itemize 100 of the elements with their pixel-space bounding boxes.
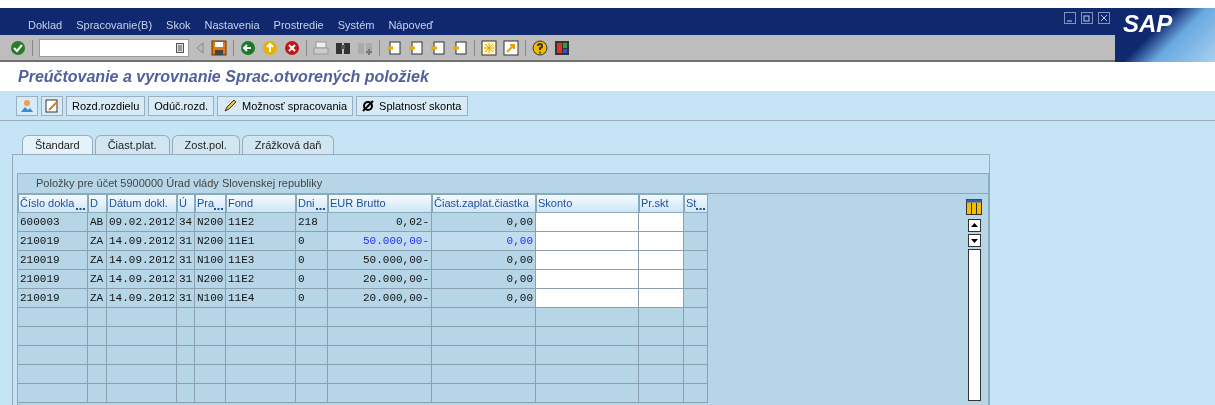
empty-table-cell	[684, 365, 708, 384]
page-navigation-icon[interactable]	[408, 39, 424, 56]
empty-table-cell	[177, 327, 195, 346]
empty-table-cell	[107, 327, 177, 346]
discount-percent-input-field[interactable]	[639, 213, 684, 232]
empty-table-cell	[296, 327, 328, 346]
tab[interactable]: Štandard	[22, 135, 93, 154]
command-field[interactable]	[39, 38, 189, 57]
table-cell: 210019	[18, 232, 88, 251]
empty-table-cell	[226, 308, 296, 327]
menu-item[interactable]: Skok	[166, 18, 191, 31]
list-icon[interactable]	[176, 42, 184, 53]
empty-table-cell	[195, 308, 226, 327]
column-header[interactable]: Pra	[195, 194, 226, 213]
column-header[interactable]: Fond	[226, 194, 296, 213]
empty-table-cell	[296, 346, 328, 365]
column-header[interactable]: Skonto	[536, 194, 639, 213]
menu-item[interactable]: Doklad	[28, 18, 63, 31]
menu-item[interactable]: Prostredie	[273, 18, 324, 31]
toolbar-button[interactable]: Splatnosť skonta	[356, 96, 468, 116]
new-session-icon[interactable]	[481, 39, 497, 56]
restore-icon[interactable]	[1081, 12, 1093, 24]
empty-set-icon	[362, 100, 375, 112]
page-navigation-icon[interactable]	[386, 39, 402, 56]
table-cell: 09.02.2012	[107, 213, 177, 232]
table-cell: 20.000,00-	[328, 270, 432, 289]
discount-input-field[interactable]	[536, 289, 639, 308]
empty-table-cell	[107, 346, 177, 365]
empty-table-cell	[226, 327, 296, 346]
column-header[interactable]: Pr.skt	[639, 194, 684, 213]
table-cell: ZA	[88, 270, 107, 289]
empty-table-cell	[177, 346, 195, 365]
minimize-icon[interactable]	[1064, 12, 1076, 24]
back-icon[interactable]	[240, 39, 256, 56]
discount-input-field[interactable]	[536, 270, 639, 289]
scroll-up-icon[interactable]	[967, 219, 981, 232]
discount-percent-input-field[interactable]	[639, 251, 684, 270]
table-cell: 210019	[18, 289, 88, 308]
discount-percent-input-field[interactable]	[639, 289, 684, 308]
close-icon[interactable]	[1098, 12, 1110, 24]
table-cell: 50.000,00-	[328, 251, 432, 270]
discount-percent-input-field[interactable]	[639, 270, 684, 289]
table-cell: 34	[177, 213, 195, 232]
page-navigation-icon[interactable]	[430, 39, 446, 56]
layout-icon[interactable]	[554, 39, 570, 56]
menu-item[interactable]: Nápoveď	[388, 18, 434, 31]
tab[interactable]: Zost.pol.	[171, 135, 240, 154]
column-header[interactable]: D	[88, 194, 107, 213]
discount-input-field[interactable]	[536, 213, 639, 232]
table-cell: 14.09.2012	[107, 270, 177, 289]
checkmark-icon[interactable]	[10, 39, 26, 56]
column-layout-icon[interactable]	[966, 199, 982, 215]
scroll-down-icon[interactable]	[967, 234, 981, 247]
empty-table-cell	[88, 346, 107, 365]
table-cell: 31	[177, 232, 195, 251]
table-cell: N100	[195, 289, 226, 308]
empty-table-cell	[684, 327, 708, 346]
table-cell: 11E4	[226, 289, 296, 308]
save-icon[interactable]	[211, 39, 227, 56]
empty-table-cell	[296, 365, 328, 384]
menu-item[interactable]: Systém	[337, 18, 375, 31]
table-cell: 31	[177, 289, 195, 308]
help-icon[interactable]	[532, 39, 548, 56]
tab[interactable]: Zrážková daň	[241, 135, 335, 154]
menu-item[interactable]: Nastavenia	[204, 18, 260, 31]
cancel-icon[interactable]	[284, 39, 300, 56]
table-cell: 14.09.2012	[107, 232, 177, 251]
column-header[interactable]: Dátum dokl.	[107, 194, 177, 213]
column-header[interactable]: Číslo dokla	[18, 194, 88, 213]
empty-table-cell	[639, 346, 684, 365]
notepad-pencil-icon	[44, 98, 60, 114]
menu-item[interactable]: Spracovanie(B)	[76, 18, 153, 31]
empty-table-cell	[88, 365, 107, 384]
column-header[interactable]: Dni	[296, 194, 328, 213]
table-cell: AB	[88, 213, 107, 232]
empty-table-cell	[195, 346, 226, 365]
empty-table-cell	[107, 365, 177, 384]
table-cell: 50.000,00-	[328, 232, 432, 251]
discount-percent-input-field[interactable]	[639, 232, 684, 251]
toolbar-button[interactable]: Možnosť spracovania	[217, 96, 354, 116]
edit-button[interactable]	[41, 96, 63, 116]
person-landscape-button[interactable]	[16, 96, 38, 116]
empty-table-cell	[88, 308, 107, 327]
tab[interactable]: Čiast.plat.	[94, 135, 170, 154]
column-header[interactable]: St	[684, 194, 708, 213]
column-header[interactable]: Čiast.zaplat.čiastka	[432, 194, 536, 213]
table-cell: 11E3	[226, 251, 296, 270]
toolbar-button[interactable]: Rozd.rozdielu	[66, 96, 146, 116]
table-cell: 14.09.2012	[107, 289, 177, 308]
column-header[interactable]: Ú	[177, 194, 195, 213]
discount-input-field[interactable]	[536, 232, 639, 251]
shortcut-icon[interactable]	[503, 39, 519, 56]
empty-table-cell	[226, 346, 296, 365]
discount-input-field[interactable]	[536, 251, 639, 270]
table-cell: 31	[177, 270, 195, 289]
table-cell: 11E2	[226, 270, 296, 289]
toolbar-button[interactable]: Odúč.rozd.	[148, 96, 215, 116]
table-cell: 0	[296, 251, 328, 270]
column-header[interactable]: EUR Brutto	[328, 194, 432, 213]
page-navigation-icon[interactable]	[452, 39, 468, 56]
